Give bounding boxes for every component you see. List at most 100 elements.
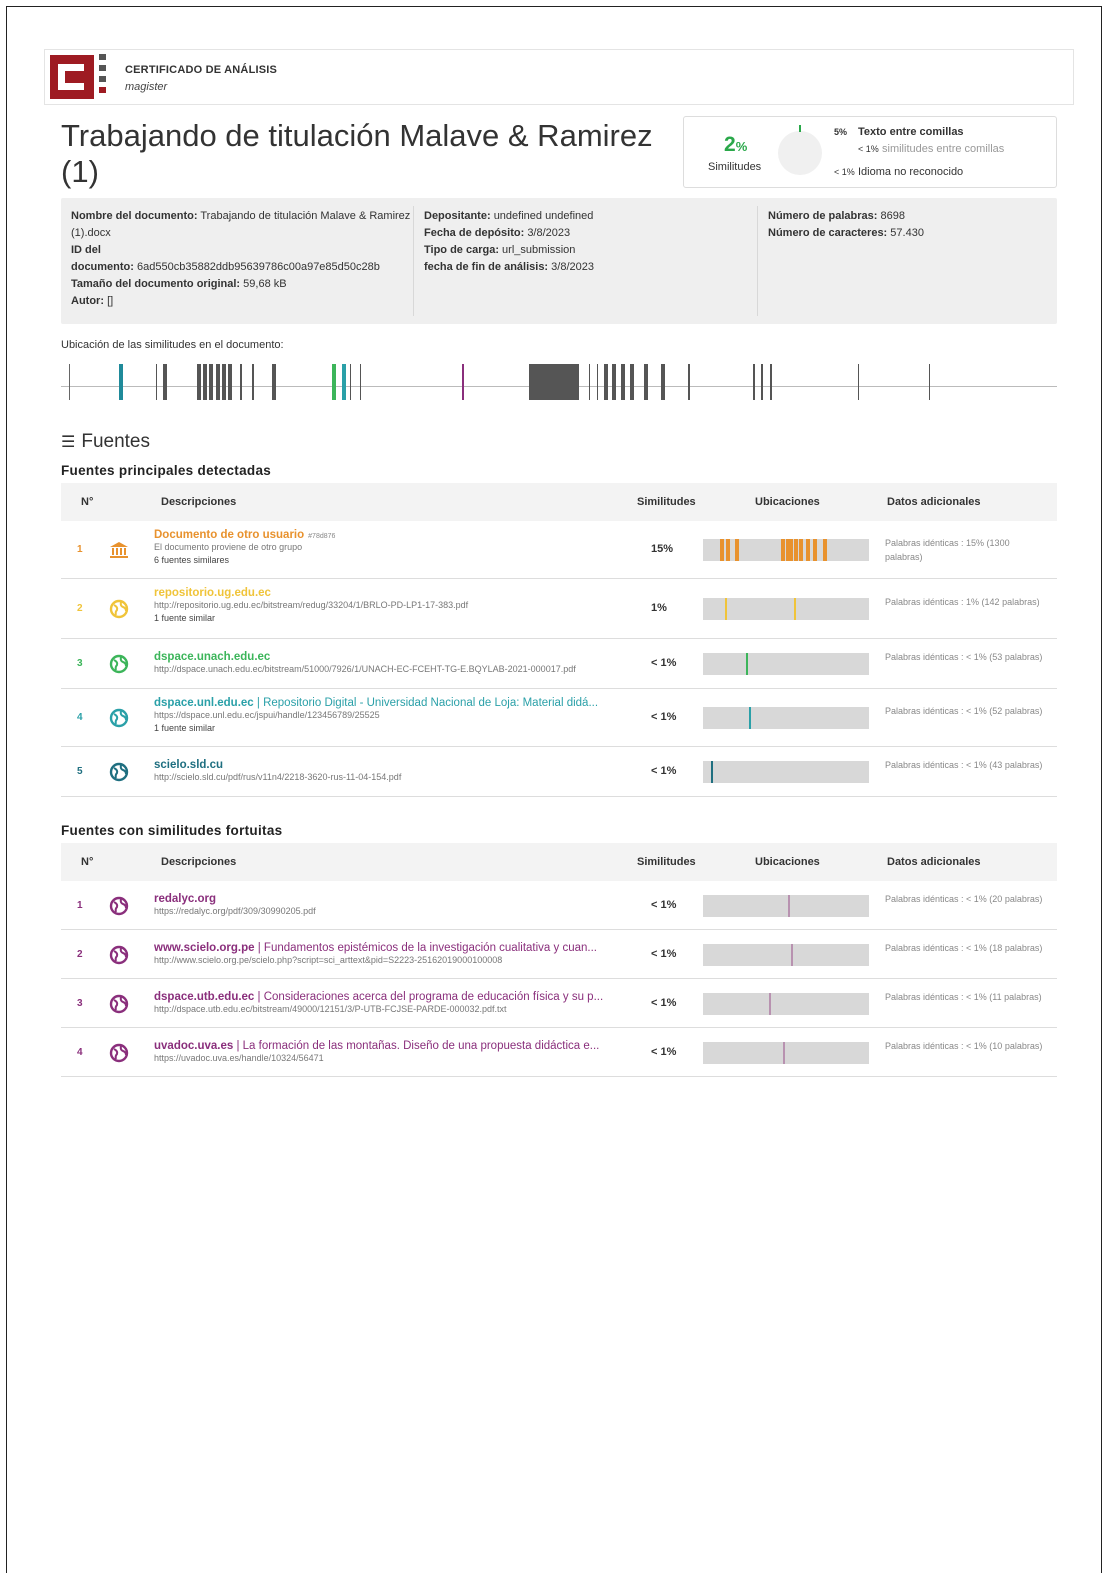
list-icon: ☰	[61, 434, 76, 451]
source-link[interactable]: dspace.unach.edu.ec	[154, 651, 270, 663]
source-location-bar	[703, 1041, 869, 1064]
source-tag: #78d876	[308, 533, 336, 540]
source-url[interactable]: https://dspace.unl.edu.ec/jspui/handle/1…	[154, 710, 634, 720]
source-row[interactable]: 1 Documento de otro usuario #78d876 El do…	[61, 521, 1057, 579]
quoted-text-row: 5% Texto entre comillas	[834, 126, 964, 138]
location-mark	[349, 364, 352, 400]
location-mark	[719, 539, 724, 561]
source-link[interactable]: dspace.unl.edu.ec	[154, 697, 254, 709]
info-column-counts: Número de palabras: 8698 Número de carac…	[768, 210, 924, 239]
source-similarity: < 1%	[651, 765, 677, 777]
col-sim: Similitudes	[637, 856, 696, 868]
location-mark	[252, 364, 254, 400]
source-url[interactable]: http://repositorio.ug.edu.ec/bitstream/r…	[154, 600, 634, 610]
certificate-subtitle: magister	[125, 81, 168, 93]
globe-icon	[109, 654, 129, 674]
location-mark	[603, 364, 608, 400]
source-link[interactable]: Documento de otro usuario	[154, 529, 304, 541]
location-mark	[629, 364, 634, 400]
source-extra-data: Palabras idénticas : 15% (1300 palabras)	[885, 538, 1010, 562]
location-mark	[620, 364, 625, 400]
info-divider	[757, 206, 758, 316]
source-row[interactable]: 3 dspace.utb.edu.ec | Consideraciones ac…	[61, 979, 1057, 1028]
source-description: redalyc.org https://redalyc.org/pdf/309/…	[154, 893, 634, 916]
location-mark	[359, 364, 362, 400]
location-mark	[688, 364, 690, 400]
location-mark	[724, 598, 727, 620]
info-column-deposit: Depositante: undefined undefined Fecha d…	[424, 210, 594, 273]
source-row[interactable]: 3 dspace.unach.edu.ec http://dspace.unac…	[61, 639, 1057, 689]
main-sources-title: Fuentes principales detectadas	[61, 463, 272, 478]
source-row[interactable]: 2 repositorio.ug.edu.ec http://repositor…	[61, 579, 1057, 639]
location-mark	[781, 539, 786, 561]
location-mark	[331, 364, 336, 400]
source-description: repositorio.ug.edu.ec http://repositorio…	[154, 587, 634, 623]
source-url[interactable]: http://www.scielo.org.pe/scielo.php?scri…	[154, 955, 634, 965]
similarity-location-strip	[61, 356, 1057, 400]
location-mark	[799, 539, 804, 561]
location-mark	[749, 707, 752, 729]
location-mark	[588, 364, 591, 400]
source-url[interactable]: https://uvadoc.uva.es/handle/10324/56471	[154, 1053, 634, 1063]
source-url[interactable]: http://scielo.sld.cu/pdf/rus/v11n4/2218-…	[154, 772, 634, 782]
source-similarity: 15%	[651, 543, 674, 555]
source-extra-data: Palabras idénticas : < 1% (53 palabras)	[885, 652, 1043, 662]
source-location-bar	[703, 707, 869, 729]
source-number: 1	[77, 544, 83, 555]
location-mark	[726, 539, 731, 561]
source-row[interactable]: 2 www.scielo.org.pe | Fundamentos episté…	[61, 930, 1057, 979]
source-link[interactable]: uvadoc.uva.es	[154, 1040, 233, 1052]
source-url[interactable]: http://dspace.unach.edu.ec/bitstream/510…	[154, 664, 634, 674]
location-mark	[222, 364, 227, 400]
sources-heading: ☰ Fuentes	[61, 431, 150, 452]
quoted-similarity-row: < 1% similitudes entre comillas	[858, 143, 1005, 155]
col-loc: Ubicaciones	[755, 856, 820, 868]
source-extra-data: Palabras idénticas : < 1% (20 palabras)	[885, 893, 1043, 904]
location-mark	[155, 364, 158, 400]
source-link[interactable]: repositorio.ug.edu.ec	[154, 587, 271, 599]
location-mark	[928, 364, 931, 400]
col-num: N°	[81, 856, 94, 868]
location-mark	[794, 598, 797, 620]
location-mark	[769, 992, 772, 1015]
location-mark	[197, 364, 202, 400]
similarity-label: Similitudes	[708, 161, 762, 173]
source-row[interactable]: 1 redalyc.org https://redalyc.org/pdf/30…	[61, 881, 1057, 930]
source-url[interactable]: https://redalyc.org/pdf/309/30990205.pdf	[154, 906, 634, 916]
certificate-title: CERTIFICADO DE ANÁLISIS	[125, 64, 278, 76]
location-mark	[209, 364, 214, 400]
source-row[interactable]: 5 scielo.sld.cu http://scielo.sld.cu/pdf…	[61, 747, 1057, 797]
location-mark	[660, 364, 665, 400]
source-link[interactable]: dspace.utb.edu.ec	[154, 991, 254, 1003]
location-mark	[203, 364, 208, 400]
source-similarity: < 1%	[651, 898, 677, 911]
source-url[interactable]: http://dspace.utb.edu.ec/bitstream/49000…	[154, 1004, 634, 1014]
source-description: dspace.unl.edu.ec | Repositorio Digital …	[154, 697, 634, 733]
location-mark	[611, 364, 616, 400]
col-loc: Ubicaciones	[755, 496, 820, 508]
logo-c-mark	[58, 64, 84, 90]
globe-icon	[109, 945, 129, 965]
location-mark	[789, 539, 794, 561]
source-location-bar	[703, 653, 869, 675]
location-mark	[529, 364, 580, 400]
source-link[interactable]: www.scielo.org.pe	[154, 942, 255, 954]
source-similar-count: 6 fuentes similares	[154, 555, 230, 565]
location-mark	[857, 364, 860, 400]
col-sim: Similitudes	[637, 496, 696, 508]
source-location-bar	[703, 539, 869, 561]
source-similarity: < 1%	[651, 947, 677, 960]
source-link[interactable]: scielo.sld.cu	[154, 759, 223, 771]
globe-icon	[109, 762, 129, 782]
location-mark	[341, 364, 346, 400]
location-mark	[805, 539, 810, 561]
source-row[interactable]: 4 dspace.unl.edu.ec | Repositorio Digita…	[61, 689, 1057, 747]
source-link[interactable]: redalyc.org	[154, 893, 216, 905]
page: CERTIFICADO DE ANÁLISIS magister Trabaja…	[6, 6, 1102, 1573]
source-row[interactable]: 4 uvadoc.uva.es | La formación de las mo…	[61, 1028, 1057, 1077]
unrecognized-language-row: < 1% Idioma no reconocido	[834, 166, 964, 178]
location-mark	[787, 894, 790, 917]
location-mark	[596, 364, 599, 400]
location-label: Ubicación de las similitudes en el docum…	[61, 339, 284, 351]
source-similarity: < 1%	[651, 657, 677, 669]
